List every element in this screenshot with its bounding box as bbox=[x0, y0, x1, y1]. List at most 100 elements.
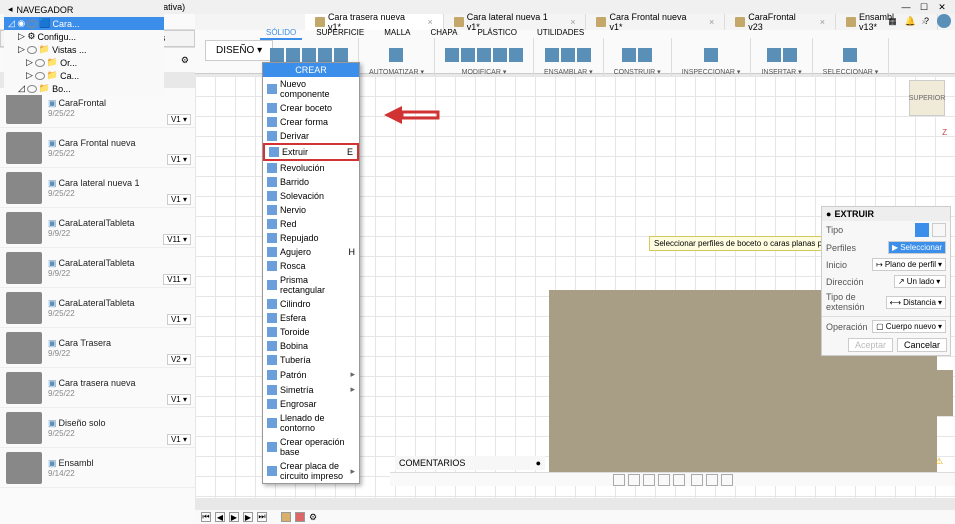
create-menu-item[interactable]: Toroide bbox=[263, 325, 359, 339]
asset-item[interactable]: ▣Cara Trasera9/9/22V2 ▾ bbox=[0, 328, 195, 368]
asset-item[interactable]: ▣CaraLateralTableta9/9/22V11 ▾ bbox=[0, 208, 195, 248]
warning-icon[interactable]: ⚠ bbox=[935, 456, 949, 470]
ribbon-tool-icon[interactable] bbox=[704, 48, 718, 62]
extent-dropdown[interactable]: ⟷ Distancia ▾ bbox=[886, 296, 946, 309]
avatar-icon[interactable] bbox=[937, 14, 951, 28]
asset-item[interactable]: ▣Cara lateral nueva 19/25/22V1 ▾ bbox=[0, 168, 195, 208]
help-icon[interactable]: ? bbox=[924, 16, 929, 26]
create-menu-item[interactable]: Crear placa de circuito impreso▸ bbox=[263, 459, 359, 483]
version-badge[interactable]: V11 ▾ bbox=[163, 274, 191, 285]
ribbon-tool-icon[interactable] bbox=[622, 48, 636, 62]
timeline-end-icon[interactable]: ⏭ bbox=[257, 512, 267, 522]
close-tab-icon[interactable]: × bbox=[820, 17, 825, 27]
create-menu-item[interactable]: Repujado bbox=[263, 231, 359, 245]
grid-display-icon[interactable] bbox=[706, 474, 718, 486]
create-menu-item[interactable]: Prisma rectangular bbox=[263, 273, 359, 297]
timeline-back-icon[interactable]: ◀ bbox=[215, 512, 225, 522]
close-tab-icon[interactable]: × bbox=[427, 17, 432, 27]
accept-button[interactable]: Aceptar bbox=[848, 338, 893, 352]
comments-panel[interactable]: COMENTARIOS● bbox=[395, 456, 545, 470]
ribbon-tool-icon[interactable] bbox=[638, 48, 652, 62]
asset-item[interactable]: ▣CaraLateralTableta9/25/22V1 ▾ bbox=[0, 288, 195, 328]
create-menu-item[interactable]: Derivar bbox=[263, 129, 359, 143]
gear-icon[interactable]: ⚙ bbox=[181, 55, 189, 66]
close-tab-icon[interactable]: × bbox=[709, 17, 714, 27]
ribbon-tool-icon[interactable] bbox=[389, 48, 403, 62]
version-badge[interactable]: V11 ▾ bbox=[163, 234, 191, 245]
create-menu-item[interactable]: Red bbox=[263, 217, 359, 231]
maximize-button[interactable]: ☐ bbox=[915, 1, 933, 13]
look-icon[interactable] bbox=[628, 474, 640, 486]
ribbon-tool-icon[interactable] bbox=[461, 48, 475, 62]
ribbon-tool-icon[interactable] bbox=[577, 48, 591, 62]
view-cube[interactable]: SUPERIOR bbox=[909, 80, 945, 116]
document-tab[interactable]: Cara Frontal nueva v1*× bbox=[586, 14, 725, 30]
ribbon-tool-icon[interactable] bbox=[286, 48, 300, 62]
display-icon[interactable] bbox=[691, 474, 703, 486]
nav-root[interactable]: ◿ ◉ 🟦 Cara... bbox=[4, 17, 164, 30]
version-badge[interactable]: V1 ▾ bbox=[167, 194, 191, 205]
timeline-play-icon[interactable]: ▶ bbox=[229, 512, 239, 522]
start-dropdown[interactable]: ↦ Plano de perfil ▾ bbox=[872, 258, 946, 271]
navigator-header[interactable]: ◂ NAVEGADOR bbox=[4, 2, 164, 17]
document-tab[interactable]: CaraFrontal v23× bbox=[725, 14, 836, 30]
version-badge[interactable]: V1 ▾ bbox=[167, 114, 191, 125]
zoom-icon[interactable] bbox=[658, 474, 670, 486]
orbit-icon[interactable] bbox=[613, 474, 625, 486]
version-badge[interactable]: V2 ▾ bbox=[167, 354, 191, 365]
create-menu-item[interactable]: Nervio bbox=[263, 203, 359, 217]
history-marker-icon[interactable] bbox=[295, 512, 305, 522]
create-menu-item[interactable]: Crear forma bbox=[263, 115, 359, 129]
fit-icon[interactable] bbox=[673, 474, 685, 486]
operation-dropdown[interactable]: ▢ Cuerpo nuevo ▾ bbox=[872, 320, 946, 333]
asset-item[interactable]: ▣Cara Frontal nueva9/25/22V1 ▾ bbox=[0, 128, 195, 168]
create-menu-item[interactable]: Solevación bbox=[263, 189, 359, 203]
ribbon-tool-icon[interactable] bbox=[318, 48, 332, 62]
extrude-header[interactable]: ● EXTRUIR bbox=[822, 207, 950, 221]
asset-item[interactable]: ▣Cara trasera nueva9/25/22V1 ▾ bbox=[0, 368, 195, 408]
ribbon-tool-icon[interactable] bbox=[783, 48, 797, 62]
close-tab-icon[interactable]: × bbox=[570, 17, 575, 27]
ribbon-tool-icon[interactable] bbox=[561, 48, 575, 62]
pan-icon[interactable] bbox=[643, 474, 655, 486]
asset-item[interactable]: ▣CaraLateralTableta9/9/22V11 ▾ bbox=[0, 248, 195, 288]
version-badge[interactable]: V1 ▾ bbox=[167, 154, 191, 165]
sketch-profile-notch[interactable] bbox=[937, 370, 953, 416]
ribbon-tool-icon[interactable] bbox=[477, 48, 491, 62]
nav-bo[interactable]: ◿ 📁 Bo... bbox=[4, 82, 164, 95]
version-badge[interactable]: V1 ▾ bbox=[167, 394, 191, 405]
ribbon-tool-icon[interactable] bbox=[509, 48, 523, 62]
nav-ca[interactable]: ▷ 📁 Ca... bbox=[4, 69, 164, 82]
create-menu-item[interactable]: Crear boceto bbox=[263, 101, 359, 115]
ribbon-tool-icon[interactable] bbox=[545, 48, 559, 62]
direction-dropdown[interactable]: ↗ Un lado ▾ bbox=[894, 275, 946, 288]
timeline-fwd-icon[interactable]: ▶ bbox=[243, 512, 253, 522]
ribbon-tool-icon[interactable] bbox=[767, 48, 781, 62]
ribbon-tool-icon[interactable] bbox=[445, 48, 459, 62]
ribbon-tool-icon[interactable] bbox=[334, 48, 348, 62]
create-menu-item[interactable]: Bobina bbox=[263, 339, 359, 353]
select-profiles-button[interactable]: ▶ Seleccionar bbox=[888, 241, 946, 254]
create-menu-item[interactable]: Esfera bbox=[263, 311, 359, 325]
create-menu-item[interactable]: Crear operación base bbox=[263, 435, 359, 459]
create-menu-item[interactable]: Barrido bbox=[263, 175, 359, 189]
create-menu-item[interactable]: Rosca bbox=[263, 259, 359, 273]
history-sketch-icon[interactable] bbox=[281, 512, 291, 522]
create-menu-item[interactable]: ExtruirE bbox=[263, 143, 359, 161]
create-menu-item[interactable]: Patrón▸ bbox=[263, 367, 359, 382]
ribbon-tool-icon[interactable] bbox=[493, 48, 507, 62]
version-badge[interactable]: V1 ▾ bbox=[167, 314, 191, 325]
ribbon-tool-icon[interactable] bbox=[270, 48, 284, 62]
asset-item[interactable]: ▣Diseño solo9/25/22V1 ▾ bbox=[0, 408, 195, 448]
ribbon-tool-icon[interactable] bbox=[843, 48, 857, 62]
create-menu-item[interactable]: Simetría▸ bbox=[263, 382, 359, 397]
create-menu-item[interactable]: Llenado de contorno bbox=[263, 411, 359, 435]
create-menu-item[interactable]: Revolución bbox=[263, 161, 359, 175]
gear-timeline-icon[interactable]: ⚙ bbox=[309, 512, 317, 523]
cancel-button[interactable]: Cancelar bbox=[897, 338, 947, 352]
bell-icon[interactable]: 🔔 bbox=[905, 16, 916, 27]
create-menu-item[interactable]: Engrosar bbox=[263, 397, 359, 411]
create-menu-item[interactable]: Tubería bbox=[263, 353, 359, 367]
version-badge[interactable]: V1 ▾ bbox=[167, 434, 191, 445]
extension-icon[interactable]: ▦ bbox=[888, 16, 897, 27]
